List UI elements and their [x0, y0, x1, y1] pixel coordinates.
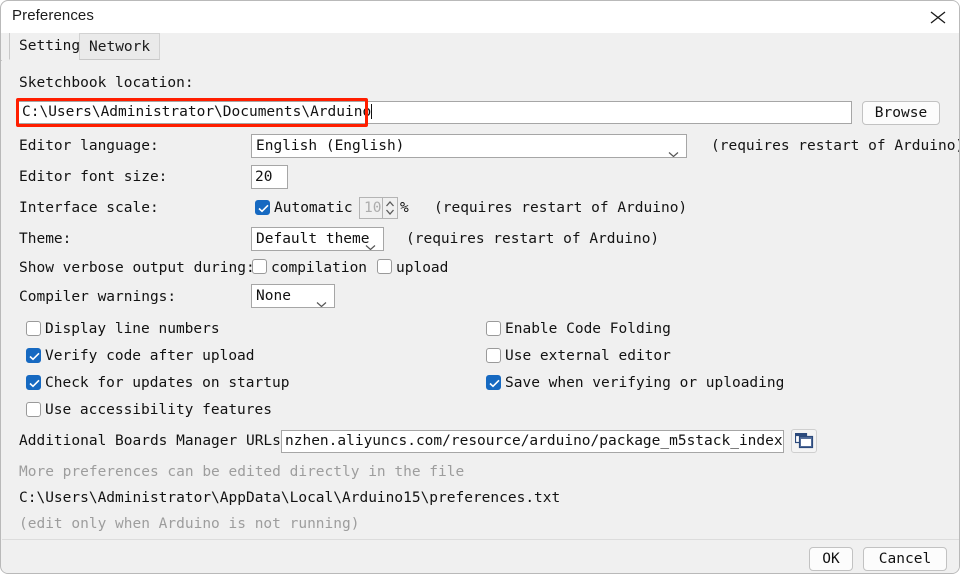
use-external-editor-checkbox[interactable]	[486, 348, 501, 363]
interface-scale-stepper[interactable]: 100	[359, 197, 398, 219]
cancel-button[interactable]: Cancel	[863, 547, 947, 571]
check-icon	[489, 379, 500, 388]
editor-language-select[interactable]: English (English)	[251, 134, 687, 158]
display-line-numbers-label[interactable]: Display line numbers	[45, 321, 220, 337]
close-button[interactable]	[915, 1, 960, 33]
editor-language-label: Editor language:	[19, 138, 159, 154]
compiler-warnings-value: None	[256, 285, 291, 307]
enable-code-folding-label[interactable]: Enable Code Folding	[505, 321, 671, 337]
tab-strip: Settings Network	[1, 33, 960, 61]
preferences-file-path: C:\Users\Administrator\AppData\Local\Ard…	[19, 490, 560, 506]
theme-value: Default theme	[256, 228, 370, 250]
sketchbook-location-label: Sketchbook location:	[19, 75, 194, 91]
verbose-upload-checkbox[interactable]	[377, 259, 392, 274]
percent-symbol: %	[400, 200, 409, 216]
theme-label: Theme:	[19, 231, 71, 247]
use-external-editor-label[interactable]: Use external editor	[505, 348, 671, 364]
enable-code-folding-checkbox[interactable]	[486, 321, 501, 336]
text-caret	[371, 104, 372, 119]
chevron-down-icon	[668, 143, 679, 158]
editor-font-size-input[interactable]: 20	[251, 165, 288, 189]
tab-network[interactable]: Network	[79, 33, 160, 60]
editor-font-size-label: Editor font size:	[19, 169, 167, 185]
check-icon	[29, 352, 40, 361]
interface-scale-automatic-checkbox[interactable]	[255, 200, 270, 215]
chevron-down-icon	[316, 293, 327, 308]
save-when-verifying-checkbox[interactable]	[486, 375, 501, 390]
chevron-down-icon	[365, 236, 376, 251]
check-for-updates-label[interactable]: Check for updates on startup	[45, 375, 289, 391]
save-when-verifying-label[interactable]: Save when verifying or uploading	[505, 375, 784, 391]
page-title: Preferences	[12, 7, 94, 24]
display-line-numbers-checkbox[interactable]	[26, 321, 41, 336]
theme-restart-note: (requires restart of Arduino)	[406, 231, 659, 247]
use-accessibility-features-label[interactable]: Use accessibility features	[45, 402, 272, 418]
sketchbook-location-value: C:\Users\Administrator\Documents\Arduino	[22, 104, 371, 120]
compiler-warnings-label: Compiler warnings:	[19, 289, 176, 305]
check-for-updates-checkbox[interactable]	[26, 375, 41, 390]
more-preferences-note: More preferences can be edited directly …	[19, 464, 464, 480]
check-icon	[29, 379, 40, 388]
preferences-dialog: Preferences Settings Network Sketchbook …	[0, 0, 960, 574]
interface-scale-restart-note: (requires restart of Arduino)	[434, 200, 687, 216]
settings-pane: Sketchbook location: C:\Users\Administra…	[2, 60, 960, 539]
open-boards-urls-editor-button[interactable]	[791, 429, 817, 453]
verbose-compilation-checkbox[interactable]	[252, 259, 267, 274]
theme-select[interactable]: Default theme	[251, 227, 384, 251]
verify-code-after-upload-checkbox[interactable]	[26, 348, 41, 363]
verbose-compilation-label[interactable]: compilation	[271, 260, 367, 276]
ok-button[interactable]: OK	[809, 547, 853, 571]
verbose-upload-label[interactable]: upload	[396, 260, 448, 276]
editor-language-restart-note: (requires restart of Arduino)	[711, 138, 960, 154]
browse-button[interactable]: Browse	[862, 101, 940, 125]
edit-only-note: (edit only when Arduino is not running)	[19, 516, 359, 532]
boards-manager-urls-label: Additional Boards Manager URLs:	[19, 433, 290, 449]
verbose-output-label: Show verbose output during:	[19, 260, 255, 276]
interface-scale-label: Interface scale:	[19, 200, 159, 216]
editor-language-value: English (English)	[256, 135, 404, 157]
use-accessibility-features-checkbox[interactable]	[26, 402, 41, 417]
sketchbook-location-input[interactable]: C:\Users\Administrator\Documents\Arduino	[18, 101, 852, 124]
boards-manager-urls-input[interactable]: nzhen.aliyuncs.com/resource/arduino/pack…	[281, 430, 784, 453]
check-icon	[258, 204, 269, 213]
compiler-warnings-select[interactable]: None	[251, 284, 335, 308]
title-bar: Preferences	[1, 1, 960, 33]
dialog-footer: OK Cancel	[2, 539, 960, 574]
interface-scale-automatic-label[interactable]: Automatic	[274, 200, 353, 216]
stepper-arrows[interactable]	[382, 198, 397, 218]
verify-code-after-upload-label[interactable]: Verify code after upload	[45, 348, 255, 364]
